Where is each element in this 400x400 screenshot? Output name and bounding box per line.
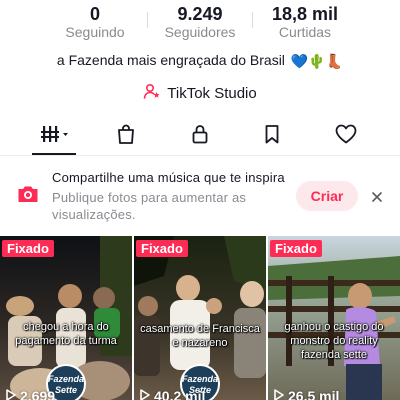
- tab-private[interactable]: [184, 122, 216, 150]
- bio-emojis: 💙🌵👢: [290, 53, 344, 70]
- heart-icon: [334, 123, 358, 150]
- pinned-badge: Fixado: [2, 240, 54, 257]
- tab-shop[interactable]: [110, 122, 142, 150]
- promo-title: Compartilhe uma música que te inspira: [52, 170, 285, 185]
- video-caption: chegou a hora do pagamento da turma: [15, 321, 117, 347]
- create-button[interactable]: Criar: [296, 181, 358, 211]
- bio-text: a Fazenda mais engraçada do Brasil: [56, 52, 285, 68]
- active-tab-indicator: [32, 153, 76, 155]
- video-grid: Fixado chegou a hora do pagamento da tur…: [0, 236, 400, 400]
- likes-label: Curtidas: [278, 24, 332, 40]
- stat-following[interactable]: 0 Seguindo: [40, 4, 150, 41]
- studio-person-icon: [143, 82, 161, 104]
- view-count: 2.699: [6, 388, 55, 400]
- likes-count: 18,8 mil: [271, 4, 339, 24]
- video-tile[interactable]: Fixado ganhou o castigo do monstro do re…: [268, 236, 400, 400]
- profile-bio: a Fazenda mais engraçada do Brasil 💙🌵👢: [0, 50, 400, 71]
- play-icon: [274, 388, 284, 400]
- play-icon: [6, 388, 16, 400]
- tab-liked[interactable]: [330, 122, 362, 150]
- logo-line-2: Sette: [54, 385, 77, 395]
- view-count-value: 40,2 mil: [154, 388, 206, 400]
- bookmark-icon: [261, 123, 283, 150]
- pinned-badge: Fixado: [270, 240, 322, 257]
- video-tile[interactable]: Fixado chegou a hora do pagamento da tur…: [0, 236, 132, 400]
- promo-subtitle: Publique fotos para aumentar as visualiz…: [52, 190, 247, 222]
- shop-bag-icon: [115, 123, 137, 150]
- stat-likes[interactable]: 18,8 mil Curtidas: [250, 4, 360, 41]
- tab-videos[interactable]: [36, 122, 76, 150]
- video-caption: ganhou o castigo do monstro do reality f…: [284, 321, 384, 361]
- logo-line-1: Fazenda: [182, 374, 219, 384]
- video-tile[interactable]: Fixado casamento de Francisca e nazareno…: [134, 236, 266, 400]
- following-count: 0: [89, 4, 100, 24]
- view-count: 40,2 mil: [140, 388, 205, 400]
- tiktok-studio-link[interactable]: TikTok Studio: [0, 82, 400, 104]
- profile-tabs: [0, 116, 400, 156]
- stat-followers[interactable]: 9.249 Seguidores: [145, 4, 255, 41]
- following-label: Seguindo: [65, 24, 125, 40]
- promo-banner: Compartilhe uma música que te inspira Pu…: [0, 162, 400, 228]
- video-caption: casamento de Francisca e nazareno: [140, 323, 260, 349]
- followers-count: 9.249: [177, 4, 223, 24]
- video-thumbnail: [268, 236, 400, 400]
- camera-icon: [16, 182, 40, 206]
- close-icon[interactable]: [366, 186, 388, 208]
- studio-label: TikTok Studio: [167, 84, 257, 102]
- lock-icon: [189, 123, 211, 150]
- followers-label: Seguidores: [164, 24, 236, 40]
- play-icon: [140, 388, 150, 400]
- profile-stats: 0 Seguindo 9.249 Seguidores 18,8 mil Cur…: [0, 0, 400, 44]
- view-count-value: 26,5 mil: [288, 388, 340, 400]
- tab-saved[interactable]: [256, 122, 288, 150]
- logo-line-1: Fazenda: [48, 374, 85, 384]
- pinned-badge: Fixado: [136, 240, 188, 257]
- grid-videos-icon: [38, 123, 74, 150]
- view-count-value: 2.699: [20, 388, 56, 400]
- view-count: 26,5 mil: [274, 388, 339, 400]
